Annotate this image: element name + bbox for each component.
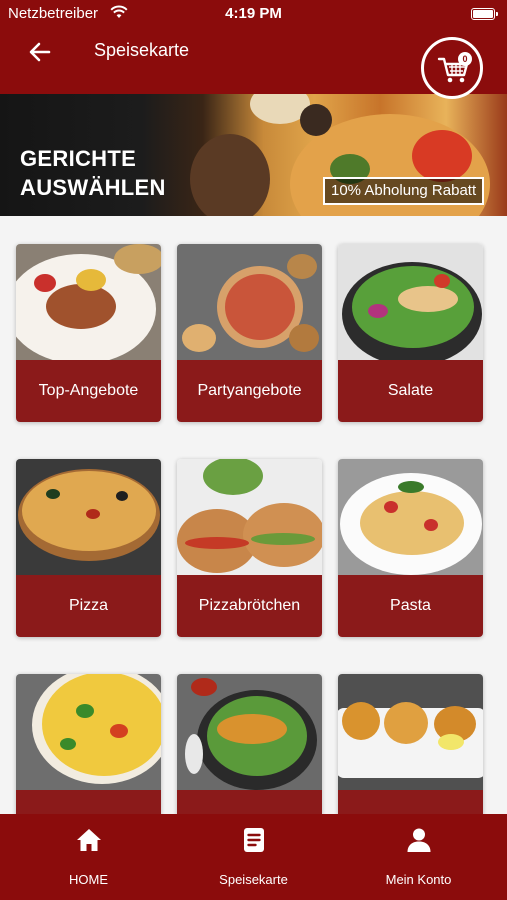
cart-button[interactable]: 0 <box>421 37 483 99</box>
nav-item-account[interactable]: Mein Konto <box>334 814 503 900</box>
category-image <box>177 459 322 575</box>
category-image <box>177 674 322 790</box>
category-label: Partyangebote <box>177 360 322 422</box>
banner-headline-line1: GERICHTE <box>20 146 137 171</box>
category-image <box>338 244 483 360</box>
category-grid: Top-Angebote Partyangebote Salate Pizza … <box>0 216 507 814</box>
category-label <box>177 790 322 814</box>
category-card-salate[interactable]: Salate <box>338 244 483 422</box>
category-label: Pizza <box>16 575 161 637</box>
category-image <box>177 244 322 360</box>
back-arrow-icon[interactable] <box>26 38 54 66</box>
promo-banner: GERICHTE AUSWÄHLEN 10% Abholung Rabatt <box>0 94 507 216</box>
category-image <box>16 674 161 790</box>
category-card-9[interactable] <box>338 674 483 814</box>
user-icon <box>407 828 431 852</box>
category-label <box>16 790 161 814</box>
cart-count-badge: 0 <box>458 52 472 66</box>
category-card-7[interactable] <box>16 674 161 814</box>
nav-label-menu: Speisekarte <box>219 872 288 887</box>
promo-badge: 10% Abholung Rabatt <box>323 177 485 205</box>
banner-headline: GERICHTE AUSWÄHLEN <box>20 144 166 202</box>
category-card-8[interactable] <box>177 674 322 814</box>
status-bar: Netzbetreiber 4:19 PM <box>0 0 507 28</box>
category-label: Pizzabrötchen <box>177 575 322 637</box>
category-card-pizzabroetchen[interactable]: Pizzabrötchen <box>177 459 322 637</box>
nav-label-account: Mein Konto <box>385 872 452 887</box>
category-label: Pasta <box>338 575 483 637</box>
banner-headline-line2: AUSWÄHLEN <box>20 175 166 200</box>
category-card-pasta[interactable]: Pasta <box>338 459 483 637</box>
menu-icon <box>244 828 264 852</box>
menu-screen: Netzbetreiber 4:19 PM Speisekarte 0 GERI… <box>0 0 507 900</box>
clock: 4:19 PM <box>225 5 282 22</box>
category-card-pizza[interactable]: Pizza <box>16 459 161 637</box>
nav-item-menu[interactable]: Speisekarte <box>169 814 338 900</box>
category-image <box>338 674 483 790</box>
category-card-partyangebote[interactable]: Partyangebote <box>177 244 322 422</box>
nav-label-home: HOME <box>69 872 108 887</box>
page-title: Speisekarte <box>94 40 190 60</box>
category-label <box>338 790 483 814</box>
bottom-nav: HOME Speisekarte Mein Konto <box>0 814 507 900</box>
category-image <box>16 244 161 360</box>
category-image <box>338 459 483 575</box>
category-card-top-angebote[interactable]: Top-Angebote <box>16 244 161 422</box>
home-icon <box>77 829 101 851</box>
category-image <box>16 459 161 575</box>
category-label: Top-Angebote <box>16 360 161 422</box>
battery-icon <box>471 8 498 20</box>
category-label: Salate <box>338 360 483 422</box>
nav-item-home[interactable]: HOME <box>4 814 173 900</box>
